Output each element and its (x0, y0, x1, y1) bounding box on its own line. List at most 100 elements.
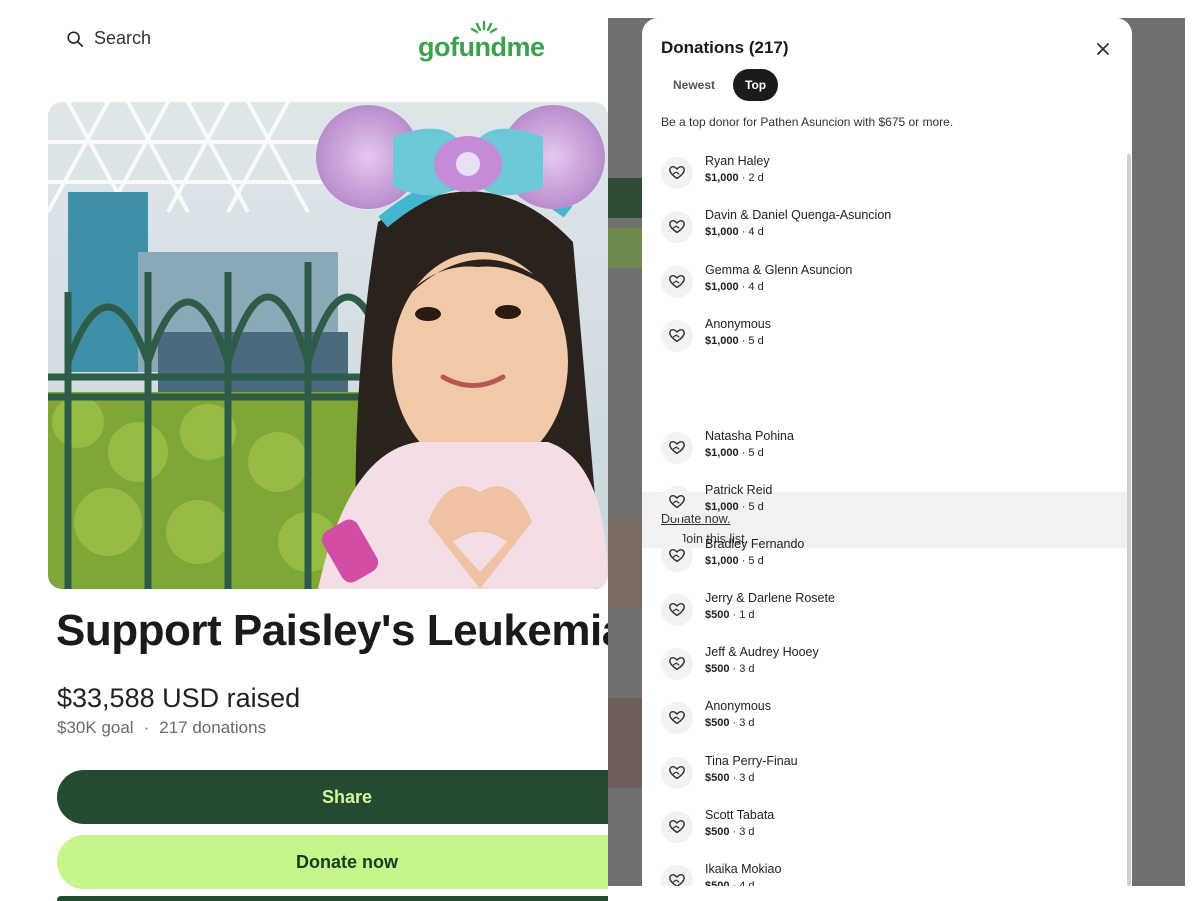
donation-age: · 2 d (738, 172, 764, 184)
donor-row: Ikaika Mokiao $500 · 4 d (642, 858, 1127, 886)
campaign-title: Support Paisley's Leukemia E (56, 606, 608, 655)
donor-name: Bradley Fernando (705, 537, 805, 551)
donation-amount: $1,000 · 5 d (705, 447, 764, 459)
campaign-photo (48, 102, 608, 589)
sort-tabs: Newest Top (661, 69, 779, 101)
modal-title: Donations (217) (661, 38, 789, 57)
donor-name: Natasha Pohina (705, 429, 794, 443)
amount-value: $500 (705, 663, 730, 675)
donation-amount: $500 · 3 d (705, 717, 755, 729)
amount-raised: $33,588 USD raised (57, 683, 301, 713)
donation-heart-icon (661, 211, 693, 243)
donor-row: Anonymous $500 · 3 d (642, 695, 1127, 749)
donation-amount: $1,000 · 4 d (705, 281, 764, 293)
amount-value: $500 (705, 880, 730, 886)
donor-name: Anonymous (705, 317, 772, 331)
amount-value: $1,000 (705, 555, 739, 567)
donation-age: · 1 d (729, 609, 755, 621)
tab-top[interactable]: Top (733, 69, 779, 101)
amount-value: $1,000 (705, 226, 739, 238)
donor-row: Ryan Haley $1,000 · 2 d (642, 150, 1127, 204)
donor-row: Bradley Fernando $1,000 · 5 d (642, 533, 1127, 587)
donor-name: Davin & Daniel Quenga-Asuncion (705, 208, 892, 222)
donation-heart-icon (661, 811, 693, 843)
donation-heart-icon (661, 594, 693, 626)
donation-amount: $500 · 4 d (705, 880, 755, 886)
donation-age: · 3 d (729, 717, 755, 729)
amount-value: $1,000 (705, 281, 739, 293)
logo-wordmark: gofundme (418, 32, 545, 62)
donation-amount: $500 · 3 d (705, 826, 755, 838)
donation-amount: $1,000 · 4 d (705, 226, 764, 238)
donation-heart-icon (661, 865, 693, 886)
donor-name: Patrick Reid (705, 483, 773, 497)
donor-name: Jeff & Audrey Hooey (705, 645, 819, 659)
donor-row: Jerry & Darlene Rosete $500 · 1 d (642, 587, 1127, 641)
search-icon (67, 30, 84, 47)
donor-row: Davin & Daniel Quenga-Asuncion $1,000 · 4… (642, 204, 1127, 258)
campaign-page: Search gofundme Support Paisley's Leukem… (0, 0, 608, 901)
donation-heart-icon (661, 648, 693, 680)
donations-modal: Donations (217) Newest Top Be a top dono… (642, 18, 1132, 886)
donation-amount: $1,000 · 2 d (705, 172, 764, 184)
donation-amount: $1,000 · 5 d (705, 501, 764, 513)
donation-amount: $500 · 3 d (705, 772, 755, 784)
campaign-meta: $30K goal · 217 donations (57, 718, 266, 738)
donation-heart-icon (661, 702, 693, 734)
donation-heart-icon (661, 486, 693, 518)
donor-name: Gemma & Glenn Asuncion (705, 263, 853, 277)
donation-amount: $1,000 · 5 d (705, 555, 764, 567)
donor-row: Natasha Pohina $1,000 · 5 d (642, 425, 1127, 479)
donor-row: Gemma & Glenn Asuncion $1,000 · 4 d (642, 259, 1127, 313)
donor-row: Anonymous $1,000 · 5 d (642, 313, 1127, 367)
donation-age: · 5 d (738, 447, 764, 459)
donation-amount: $500 · 1 d (705, 609, 755, 621)
donation-amount: $500 · 3 d (705, 663, 755, 675)
donor-row: Patrick Reid $1,000 · 5 d (642, 479, 1127, 533)
next-button-edge (57, 896, 608, 901)
donor-name: Tina Perry-Finau (705, 754, 798, 768)
donation-age: · 3 d (729, 826, 755, 838)
amount-value: $1,000 (705, 501, 739, 513)
donor-name: Scott Tabata (705, 808, 775, 822)
search-button[interactable]: Search (66, 28, 151, 49)
meta-separator: · (143, 718, 150, 737)
donation-heart-icon (661, 432, 693, 464)
donation-age: · 5 d (738, 501, 764, 513)
donate-now-button[interactable]: Donate now (57, 835, 608, 889)
donation-age: · 3 d (729, 663, 755, 675)
donation-heart-icon (661, 320, 693, 352)
donor-name: Jerry & Darlene Rosete (705, 591, 835, 605)
donation-age: · 5 d (738, 555, 764, 567)
donation-age: · 4 d (729, 880, 755, 886)
donor-name: Ikaika Mokiao (705, 862, 782, 876)
donation-amount: $1,000 · 5 d (705, 335, 764, 347)
donations-count[interactable]: 217 donations (159, 718, 266, 738)
amount-value: $1,000 (705, 335, 739, 347)
amount-value: $500 (705, 717, 730, 729)
donor-name: Ryan Haley (705, 154, 770, 168)
search-label: Search (94, 28, 152, 48)
modal-scrollbar[interactable] (1127, 154, 1131, 886)
amount-value: $500 (705, 826, 730, 838)
donation-heart-icon (661, 540, 693, 572)
donor-name: Anonymous (705, 699, 772, 713)
donation-heart-icon (661, 266, 693, 298)
close-icon[interactable] (1092, 38, 1114, 60)
donation-age: · 4 d (738, 281, 764, 293)
tab-newest[interactable]: Newest (661, 69, 727, 101)
top-donor-hint: Be a top donor for Pathen Asuncion with … (661, 115, 954, 129)
donor-row: Tina Perry-Finau $500 · 3 d (642, 750, 1127, 804)
goal-text: $30K goal (57, 718, 134, 737)
amount-value: $500 (705, 772, 730, 784)
donor-row: Scott Tabata $500 · 3 d (642, 804, 1127, 858)
donor-row: Jeff & Audrey Hooey $500 · 3 d (642, 641, 1127, 695)
amount-value: $1,000 (705, 172, 739, 184)
amount-value: $500 (705, 609, 730, 621)
donation-age: · 5 d (738, 335, 764, 347)
amount-value: $1,000 (705, 447, 739, 459)
donation-heart-icon (661, 157, 693, 189)
donation-age: · 3 d (729, 772, 755, 784)
donation-heart-icon (661, 757, 693, 789)
share-button[interactable]: Share (57, 770, 608, 824)
